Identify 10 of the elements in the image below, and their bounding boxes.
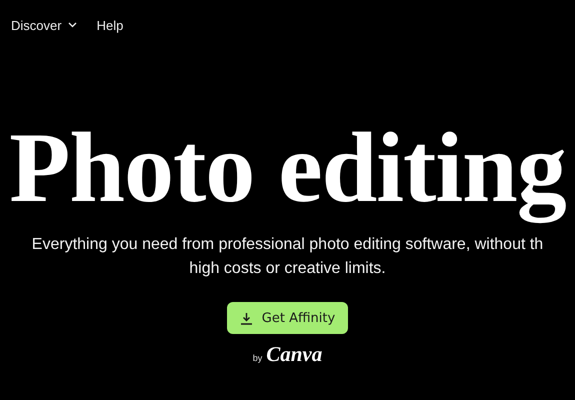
hero-subtitle: Everything you need from professional photo editing software, without th: [32, 235, 544, 255]
hero-title: Photo editing: [8, 111, 567, 226]
nav-link[interactable]: Help: [96, 18, 124, 32]
nav-link[interactable]: Discover: [11, 18, 77, 32]
byline-text: by: [252, 353, 262, 363]
download-icon: [240, 312, 253, 324]
chevron-down-icon: [68, 22, 77, 28]
get-affinity-button[interactable]: Get Affinity: [226, 302, 348, 334]
hero-subtitle: high costs or creative limits.: [189, 259, 386, 279]
brand-logo: Canva: [266, 342, 322, 367]
